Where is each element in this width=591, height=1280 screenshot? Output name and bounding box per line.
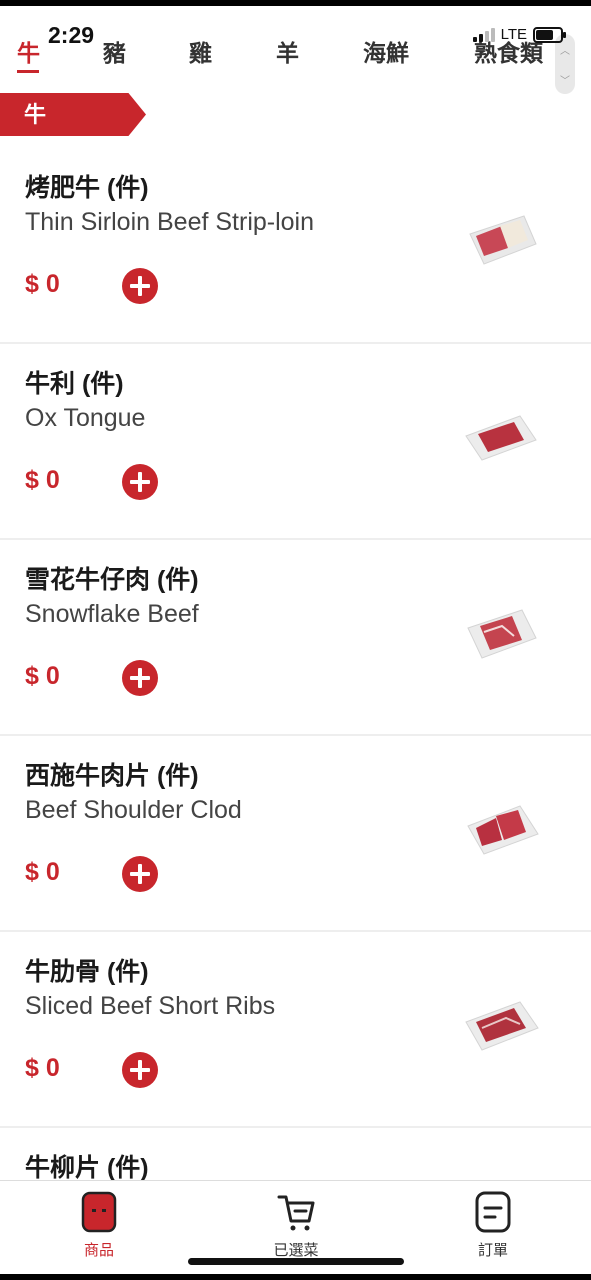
cart-icon bbox=[277, 1195, 315, 1231]
section-header: 牛 bbox=[0, 93, 146, 136]
tab-scroll-control[interactable]: ︿ ﹀ bbox=[555, 34, 575, 94]
add-to-cart-button[interactable] bbox=[122, 856, 158, 892]
top-frame bbox=[0, 0, 591, 6]
tab-seafood[interactable]: 海鮮 bbox=[363, 34, 409, 68]
order-icon bbox=[475, 1191, 511, 1233]
product-name: 牛柳片 (件) bbox=[25, 1154, 149, 1182]
chevron-down-icon: ﹀ bbox=[560, 75, 570, 87]
product-price: $ 0 bbox=[25, 1054, 60, 1082]
product-name: 烤肥牛 (件) bbox=[25, 174, 149, 202]
product-icon bbox=[81, 1191, 117, 1233]
add-to-cart-button[interactable] bbox=[122, 464, 158, 500]
nav-products[interactable]: 商品 bbox=[39, 1191, 159, 1260]
product-image bbox=[467, 609, 537, 659]
product-name: 牛利 (件) bbox=[25, 370, 124, 398]
product-price: $ 0 bbox=[25, 270, 60, 298]
product-english-name: Thin Sirloin Beef Strip-loin bbox=[25, 208, 315, 236]
nav-orders[interactable]: 訂單 bbox=[433, 1191, 553, 1260]
product-name: 西施牛肉片 (件) bbox=[25, 762, 199, 790]
product-item[interactable]: 牛肋骨 (件) Sliced Beef Short Ribs $ 0 bbox=[0, 932, 591, 1128]
add-to-cart-button[interactable] bbox=[122, 660, 158, 696]
product-image bbox=[465, 415, 537, 461]
signal-icon bbox=[472, 27, 495, 42]
product-item[interactable]: 西施牛肉片 (件) Beef Shoulder Clod $ 0 bbox=[0, 736, 591, 932]
battery-icon bbox=[533, 26, 566, 43]
tab-beef[interactable]: 牛 bbox=[17, 34, 40, 68]
tab-chicken[interactable]: 雞 bbox=[189, 34, 212, 68]
product-english-name: Beef Shoulder Clod bbox=[25, 796, 242, 824]
product-image bbox=[465, 1001, 539, 1051]
status-indicators: LTE bbox=[472, 26, 566, 43]
network-label: LTE bbox=[500, 26, 527, 43]
product-image bbox=[469, 215, 537, 265]
product-english-name: Ox Tongue bbox=[25, 404, 146, 432]
product-price: $ 0 bbox=[25, 662, 60, 690]
nav-orders-label: 訂單 bbox=[477, 1242, 508, 1259]
tab-lamb[interactable]: 羊 bbox=[276, 34, 299, 68]
home-indicator[interactable] bbox=[188, 1258, 404, 1265]
product-english-name: Sliced Beef Short Ribs bbox=[25, 992, 276, 1020]
product-item[interactable]: 烤肥牛 (件) Thin Sirloin Beef Strip-loin $ 0 bbox=[0, 148, 591, 344]
product-price: $ 0 bbox=[25, 466, 60, 494]
product-name: 牛肋骨 (件) bbox=[25, 958, 149, 986]
product-price: $ 0 bbox=[25, 858, 60, 886]
add-to-cart-button[interactable] bbox=[122, 268, 158, 304]
product-list: 烤肥牛 (件) Thin Sirloin Beef Strip-loin $ 0… bbox=[0, 148, 591, 1198]
bottom-frame bbox=[0, 1274, 591, 1280]
tab-pork[interactable]: 豬 bbox=[103, 34, 126, 68]
chevron-up-icon: ︿ bbox=[560, 45, 570, 57]
nav-products-label: 商品 bbox=[83, 1242, 114, 1259]
product-english-name: Snowflake Beef bbox=[25, 600, 199, 628]
nav-selected-label: 已選菜 bbox=[273, 1242, 319, 1259]
product-name: 雪花牛仔肉 (件) bbox=[25, 566, 199, 594]
product-item[interactable]: 雪花牛仔肉 (件) Snowflake Beef $ 0 bbox=[0, 540, 591, 736]
add-to-cart-button[interactable] bbox=[122, 1052, 158, 1088]
product-image bbox=[467, 805, 539, 855]
nav-selected[interactable]: 已選菜 bbox=[236, 1191, 356, 1260]
active-tab-indicator bbox=[17, 70, 39, 73]
status-time: 2:29 bbox=[48, 22, 95, 48]
product-item[interactable]: 牛利 (件) Ox Tongue $ 0 bbox=[0, 344, 591, 540]
